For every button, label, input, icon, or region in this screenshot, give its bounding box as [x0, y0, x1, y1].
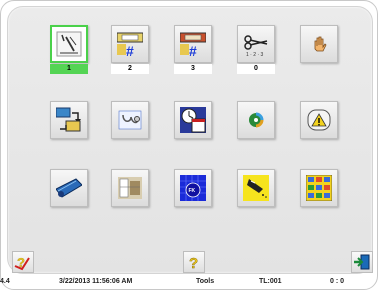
svg-text:#: # [126, 43, 134, 57]
barcode-hash-red-icon: # [180, 32, 206, 57]
hand-icon [314, 36, 327, 52]
cutting-button[interactable]: 1 · 2 · 3 [237, 25, 275, 63]
question-icon: ? [189, 255, 199, 272]
warning-roll-icon [307, 109, 331, 131]
status-datetime: 3/22/2013 11:56:06 AM [59, 278, 133, 285]
svg-text:#: # [189, 43, 197, 57]
exit-door-icon [354, 254, 370, 270]
barcode-2-count: 3 [174, 64, 212, 74]
status-bar: 4.4 3/22/2013 11:56:06 AM Tools TL:001 0… [0, 274, 378, 290]
svg-text:FK: FK [189, 188, 196, 194]
recycle-button[interactable] [237, 101, 275, 139]
stethoscope-icon [118, 110, 142, 130]
schedule-button[interactable] [174, 101, 212, 139]
manual-mode-button[interactable] [50, 25, 88, 63]
hand-jog-button[interactable] [300, 25, 338, 63]
cutting-count: 0 [237, 64, 275, 74]
svg-text:1 · 2 · 3: 1 · 2 · 3 [246, 52, 263, 57]
transfer-icon [56, 107, 81, 132]
press-machine-icon [118, 177, 142, 199]
roll-alarm-button[interactable] [300, 101, 338, 139]
spray-gun-icon [243, 175, 269, 201]
manual-mode-icon [56, 31, 82, 57]
status-counter: 0 : 0 [330, 278, 345, 285]
manual-mode-count: 1 [50, 64, 88, 74]
help-icon: ? [14, 255, 30, 271]
spray-button[interactable] [237, 169, 275, 207]
barcode-1-count: 2 [111, 64, 149, 74]
status-tl: TL:001 [259, 278, 282, 285]
status-section: Tools [196, 278, 215, 285]
transfer-button[interactable] [50, 101, 88, 139]
grid-display-button[interactable]: FK [174, 169, 212, 207]
barcode-hash-icon: # [117, 32, 143, 57]
svg-text:?: ? [189, 255, 198, 272]
exit-button[interactable] [351, 251, 373, 273]
film-roll-button[interactable] [50, 169, 88, 207]
scissors-icon: 1 · 2 · 3 [244, 35, 268, 57]
panel-layout-button[interactable] [300, 169, 338, 207]
barcode-1-button[interactable]: # [111, 25, 149, 63]
status-code: 4.4 [0, 278, 10, 285]
blue-grid-icon: FK [180, 175, 206, 201]
diagnostics-button[interactable] [111, 101, 149, 139]
clock-calendar-icon [180, 107, 206, 133]
film-roll-icon [56, 178, 82, 198]
recycle-icon [249, 112, 264, 128]
press-button[interactable] [111, 169, 149, 207]
help-button[interactable]: ? [12, 251, 34, 273]
tools-question-button[interactable]: ? [183, 251, 205, 273]
barcode-2-button[interactable]: # [174, 25, 212, 63]
control-panel-icon [306, 175, 332, 201]
